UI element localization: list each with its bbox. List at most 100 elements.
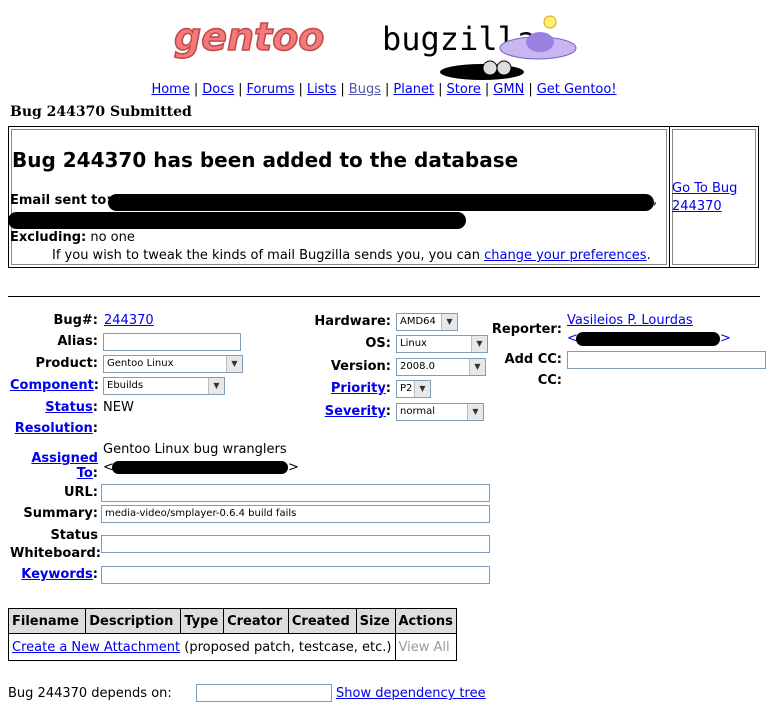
depends-on-input[interactable] bbox=[196, 684, 332, 702]
reporter-label: Reporter: bbox=[491, 322, 562, 337]
component-value: Ebuilds bbox=[107, 380, 144, 391]
status-whiteboard-label-1: Status bbox=[50, 528, 98, 543]
attachments-header-row: Filename Description Type Creator Create… bbox=[7, 608, 457, 634]
hardware-label: Hardware: bbox=[314, 314, 391, 329]
os-value: Linux bbox=[400, 338, 427, 349]
alias-input[interactable] bbox=[103, 333, 241, 351]
redacted-email bbox=[8, 212, 466, 229]
nav-get-gentoo[interactable]: Get Gentoo! bbox=[537, 82, 617, 97]
keywords-label: Keywords: bbox=[10, 567, 98, 582]
create-attachment-link[interactable]: Create a New Attachment bbox=[12, 640, 180, 655]
nav-bugs[interactable]: Bugs bbox=[349, 82, 381, 97]
create-attachment-cell: Create a New Attachment (proposed patch,… bbox=[8, 633, 396, 661]
excluding-label: Excluding: bbox=[10, 230, 87, 245]
bug-number-link[interactable]: 244370 bbox=[104, 313, 154, 328]
resolution-help-link[interactable]: Resolution bbox=[15, 421, 93, 436]
component-select[interactable]: Ebuilds ▼ bbox=[103, 377, 225, 395]
summary-input[interactable]: media-video/smplayer-0.6.4 build fails bbox=[101, 505, 490, 523]
status-label: Status: bbox=[10, 400, 98, 415]
top-navigation: Home | Docs | Forums | Lists | Bugs | Planet | Store… bbox=[151, 82, 617, 97]
added-heading: Bug 244370 has been added to the databas… bbox=[12, 148, 519, 172]
version-value: 2008.0 bbox=[400, 361, 435, 372]
priority-value: P2 bbox=[400, 383, 413, 394]
severity-select[interactable]: normal ▼ bbox=[396, 403, 484, 421]
chevron-down-icon: ▼ bbox=[414, 381, 430, 397]
nav-planet[interactable]: Planet bbox=[393, 82, 434, 97]
chevron-down-icon: ▼ bbox=[441, 314, 457, 330]
excluding-line: Excluding: no one bbox=[10, 230, 135, 245]
bug-number-label: Bug#: bbox=[53, 313, 98, 328]
redacted-email bbox=[112, 461, 288, 474]
status-whiteboard-label-2: Whiteboard: bbox=[10, 546, 102, 561]
redacted-email bbox=[108, 194, 654, 211]
keywords-colon: : bbox=[92, 567, 98, 582]
status-help-link[interactable]: Status bbox=[45, 400, 93, 415]
assigned-to-help-link[interactable]: Assigned To bbox=[31, 451, 98, 481]
logo-shadow bbox=[440, 64, 524, 80]
col-created: Created bbox=[287, 608, 357, 634]
status-colon: : bbox=[92, 400, 98, 415]
assigned-to-name: Gentoo Linux bug wranglers bbox=[103, 442, 287, 457]
reporter-close-bracket: > bbox=[720, 331, 731, 346]
create-attachment-hint: (proposed patch, testcase, etc.) bbox=[184, 639, 392, 655]
priority-label: Priority: bbox=[300, 381, 391, 396]
nav-docs[interactable]: Docs bbox=[202, 82, 234, 97]
assigned-to-label: Assigned To: bbox=[10, 451, 98, 481]
col-type: Type bbox=[180, 608, 225, 634]
keywords-input[interactable] bbox=[101, 566, 490, 584]
nav-gmn[interactable]: GMN bbox=[493, 82, 524, 97]
resolution-colon: : bbox=[92, 421, 98, 436]
alias-label: Alias: bbox=[57, 334, 98, 349]
col-creator: Creator bbox=[223, 608, 289, 634]
severity-value: normal bbox=[400, 406, 436, 417]
component-colon: : bbox=[93, 378, 99, 393]
status-value: NEW bbox=[103, 400, 134, 415]
cc-label: CC: bbox=[537, 373, 562, 388]
nav-store[interactable]: Store bbox=[447, 82, 481, 97]
col-filename: Filename bbox=[7, 608, 87, 634]
os-select[interactable]: Linux ▼ bbox=[396, 335, 488, 353]
add-cc-input[interactable] bbox=[567, 351, 766, 369]
goto-bug-link[interactable]: Go To Bug 244370 bbox=[672, 180, 752, 216]
email-sent-label: Email sent to: bbox=[10, 193, 112, 208]
excluding-value: no one bbox=[90, 230, 135, 245]
url-label: URL: bbox=[63, 485, 98, 500]
chevron-down-icon: ▼ bbox=[226, 356, 242, 372]
priority-colon: : bbox=[385, 381, 391, 396]
chevron-down-icon: ▼ bbox=[467, 404, 483, 420]
status-whiteboard-input[interactable] bbox=[101, 535, 490, 553]
nav-forums[interactable]: Forums bbox=[247, 82, 295, 97]
nav-home[interactable]: Home bbox=[151, 82, 189, 97]
change-preferences-link[interactable]: change your preferences bbox=[484, 248, 646, 263]
tweak-end: . bbox=[646, 248, 651, 263]
component-label: Component: bbox=[10, 378, 99, 393]
redacted-email bbox=[576, 332, 720, 346]
chevron-down-icon: ▼ bbox=[469, 359, 485, 375]
view-all-attachments: View All bbox=[394, 633, 457, 661]
priority-select[interactable]: P2 ▼ bbox=[396, 380, 431, 398]
email-separator: , bbox=[653, 193, 658, 208]
chevron-down-icon: ▼ bbox=[208, 378, 224, 394]
gentoo-bugzilla-logo: gentoo bugzilla bbox=[168, 8, 648, 90]
divider bbox=[8, 296, 760, 297]
chevron-down-icon: ▼ bbox=[471, 336, 487, 352]
col-size: Size bbox=[355, 608, 396, 634]
priority-help-link[interactable]: Priority bbox=[331, 381, 386, 396]
nav-lists[interactable]: Lists bbox=[307, 82, 337, 97]
show-dependency-tree-link[interactable]: Show dependency tree bbox=[336, 686, 486, 701]
component-help-link[interactable]: Component bbox=[10, 378, 94, 393]
keywords-help-link[interactable]: Keywords bbox=[21, 567, 93, 582]
severity-help-link[interactable]: Severity bbox=[325, 404, 386, 419]
summary-label: Summary: bbox=[23, 506, 98, 521]
version-label: Version: bbox=[330, 359, 391, 374]
assigned-close-bracket: > bbox=[288, 460, 299, 475]
version-select[interactable]: 2008.0 ▼ bbox=[396, 358, 486, 376]
product-label: Product: bbox=[35, 356, 98, 371]
col-actions: Actions bbox=[394, 608, 457, 634]
logo-gentoo-text: gentoo bbox=[174, 15, 324, 59]
hardware-select[interactable]: AMD64 ▼ bbox=[396, 313, 458, 331]
reporter-name-link[interactable]: Vasileios P. Lourdas bbox=[567, 313, 693, 328]
product-select[interactable]: Gentoo Linux ▼ bbox=[103, 355, 243, 373]
hardware-value: AMD64 bbox=[400, 316, 436, 327]
url-input[interactable] bbox=[101, 484, 490, 502]
